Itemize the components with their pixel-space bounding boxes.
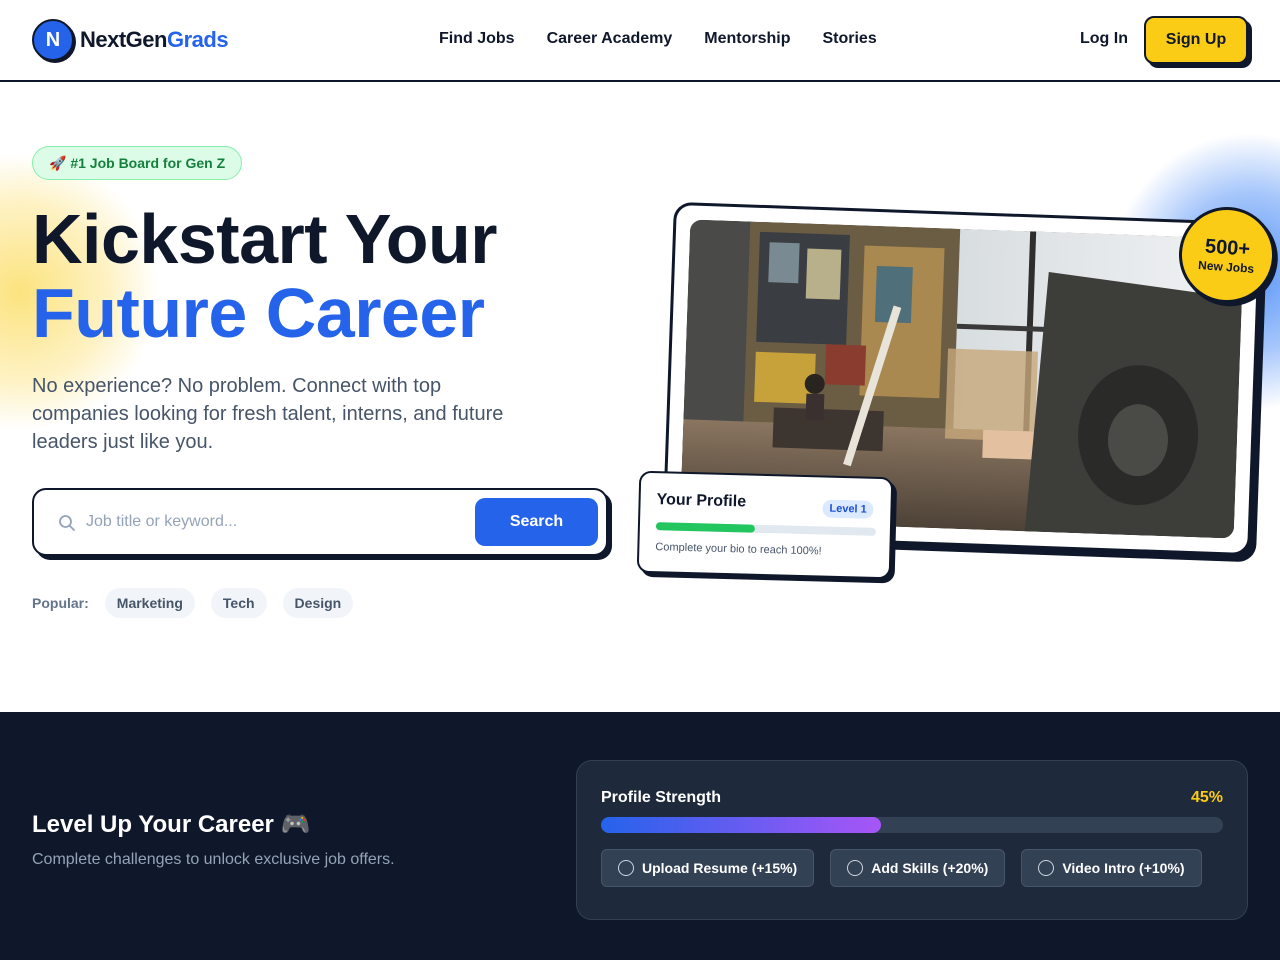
site-header: N NextGenGrads Find Jobs Career Academy … [0,0,1280,82]
gamification-section: Level Up Your Career 🎮 Complete challeng… [0,712,1280,960]
popular-tag-marketing[interactable]: Marketing [104,588,195,618]
radio-icon [618,860,634,876]
level-up-subtitle: Complete challenges to unlock exclusive … [32,851,395,868]
profile-strength-track [601,817,1223,833]
popular-tag-tech[interactable]: Tech [210,588,267,618]
profile-progress-track [655,522,876,536]
popular-tags: Popular: Marketing Tech Design [32,588,354,618]
hero-title-line1: Kickstart Your [32,200,498,278]
logo-mark: N [32,19,74,61]
new-jobs-count: 500+ [1204,235,1251,261]
strength-tasks: Upload Resume (+15%) Add Skills (+20%) V… [601,849,1202,887]
radio-icon [847,860,864,876]
brand-name: NextGenGrads [80,27,229,53]
profile-progress-fill [655,522,756,533]
hero-subtitle: No experience? No problem. Connect with … [32,375,504,453]
job-search-bar: Search [32,488,608,556]
main-nav: Find Jobs Career Academy Mentorship Stor… [439,30,877,48]
task-upload-resume[interactable]: Upload Resume (+15%) [601,849,815,887]
new-jobs-label: New Jobs [1197,258,1255,276]
task-label: Upload Resume (+15%) [642,860,798,876]
popular-label: Popular: [32,595,89,611]
brand-name-part1: NextGen [80,27,167,52]
brand-name-part2: Grads [166,27,229,52]
profile-strength-title: Profile Strength [601,789,722,806]
task-video-intro[interactable]: Video Intro (+10%) [1021,849,1202,887]
level-badge: Level 1 [822,499,874,519]
hero-section: 🚀 #1 Job Board for Gen Z Kickstart Your … [0,82,1280,712]
task-add-skills[interactable]: Add Skills (+20%) [830,849,1006,887]
task-label: Add Skills (+20%) [871,860,989,876]
brand-logo[interactable]: N NextGenGrads [32,19,229,61]
profile-card-title: Your Profile [656,491,747,511]
profile-strength-fill [601,817,881,833]
nav-career-academy[interactable]: Career Academy [547,30,673,48]
hero-title: Kickstart Your Future Career [32,200,498,352]
hero-badge: 🚀 #1 Job Board for Gen Z [32,146,243,180]
popular-tag-design[interactable]: Design [282,588,354,618]
profile-strength-card: Profile Strength 45% Upload Resume (+15%… [576,760,1248,920]
profile-card-note: Complete your bio to reach 100%! [655,541,822,558]
radio-icon [1038,860,1055,876]
search-button[interactable]: Search [475,498,598,546]
nav-mentorship[interactable]: Mentorship [704,30,790,48]
profile-progress-card: Your Profile Level 1 Complete your bio t… [636,470,894,580]
job-search-input[interactable] [86,504,466,540]
level-up-title: Level Up Your Career 🎮 [32,811,311,838]
search-icon [59,515,75,531]
task-label: Video Intro (+10%) [1062,860,1185,876]
hero-title-line2: Future Career [32,274,485,352]
login-link[interactable]: Log In [1080,30,1128,48]
nav-find-jobs[interactable]: Find Jobs [439,30,515,48]
profile-strength-percent: 45% [1190,789,1223,806]
signup-button[interactable]: Sign Up [1144,16,1248,64]
nav-stories[interactable]: Stories [822,30,876,48]
